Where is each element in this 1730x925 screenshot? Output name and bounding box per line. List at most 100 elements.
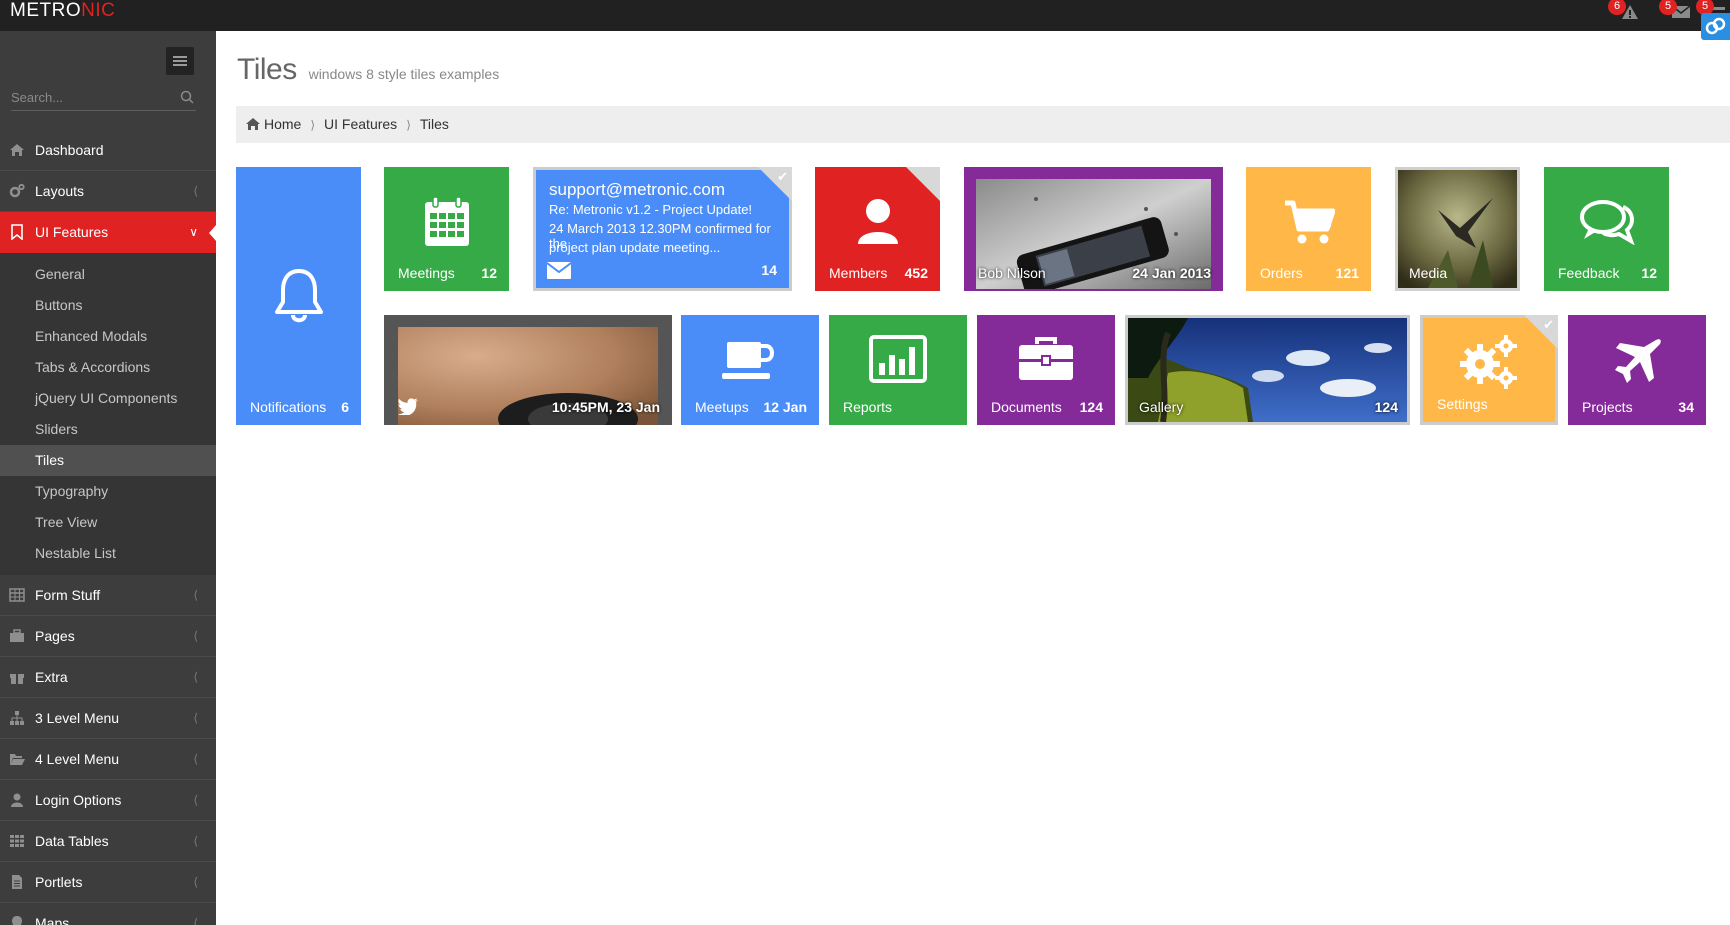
- sidebar-toggle-button[interactable]: [166, 47, 194, 75]
- chevron-left-icon: ⟨: [193, 184, 198, 198]
- bell-icon: [274, 269, 323, 323]
- tile-label: Orders: [1260, 265, 1303, 281]
- tile-reports[interactable]: Reports: [829, 315, 967, 425]
- map-marker-icon: [12, 916, 22, 925]
- submenu-item-jquery-ui[interactable]: jQuery UI Components: [0, 383, 216, 414]
- folder-open-icon: [10, 754, 25, 765]
- tile-count: 124: [1374, 399, 1398, 415]
- top-navbar: METRONIC 6 5 5: [0, 0, 1730, 31]
- tile-media[interactable]: Media: [1395, 167, 1520, 291]
- mail-from: support@metronic.com: [549, 180, 725, 199]
- sidebar-item-extra[interactable]: Extra ⟨: [0, 657, 216, 698]
- coffee-icon: [722, 342, 774, 379]
- th-icon: [10, 835, 24, 847]
- check-icon: ✔: [1543, 317, 1554, 332]
- tile-notifications[interactable]: Notifications 6: [236, 167, 361, 425]
- sitemap-icon: [10, 711, 24, 725]
- tile-count: 121: [1335, 265, 1359, 281]
- inbox-dropdown[interactable]: 5: [1659, 0, 1699, 31]
- sidebar-item-maps[interactable]: Maps ⟨: [0, 903, 216, 925]
- envelope-icon: [547, 262, 571, 279]
- breadcrumb-home-link[interactable]: Home: [264, 116, 301, 132]
- sidebar-item-label: Pages: [35, 628, 75, 644]
- file-text-icon: [12, 875, 22, 889]
- user-icon: [857, 198, 898, 244]
- breadcrumb-ui-features-link[interactable]: UI Features: [324, 116, 397, 132]
- tile-projects[interactable]: Projects 34: [1568, 315, 1706, 425]
- sidebar-item-form-stuff[interactable]: Form Stuff ⟨: [0, 575, 216, 616]
- tile-count: 6: [341, 399, 349, 415]
- tile-date: 24 Jan 2013: [1132, 265, 1211, 281]
- check-icon: ✔: [777, 169, 788, 184]
- tile-orders[interactable]: Orders 121: [1246, 167, 1371, 291]
- chevron-left-icon: ⟨: [193, 752, 198, 766]
- chevron-left-icon: ⟨: [193, 629, 198, 643]
- briefcase-icon: [10, 629, 24, 642]
- tile-label: Projects: [1582, 399, 1633, 415]
- sidebar-item-4-level-menu[interactable]: 4 Level Menu ⟨: [0, 739, 216, 780]
- submenu-item-general[interactable]: General: [0, 259, 216, 290]
- submenu-item-tabs-accordions[interactable]: Tabs & Accordions: [0, 352, 216, 383]
- tile-documents[interactable]: Documents 124: [977, 315, 1115, 425]
- tile-label: Reports: [843, 399, 893, 415]
- tile-date: 12 Jan: [763, 399, 807, 415]
- tile-label: Feedback: [1558, 265, 1620, 281]
- calendar-icon: [424, 195, 469, 246]
- gift-icon: [10, 674, 24, 684]
- search-input[interactable]: [11, 85, 171, 109]
- submenu-item-nestable-list[interactable]: Nestable List: [0, 538, 216, 569]
- tile-mail[interactable]: support@metronic.com Re: Metronic v1.2 -…: [533, 167, 792, 291]
- submenu-item-enhanced-modals[interactable]: Enhanced Modals: [0, 321, 216, 352]
- tile-count: 452: [904, 265, 928, 281]
- sidebar-item-portlets[interactable]: Portlets ⟨: [0, 862, 216, 903]
- submenu-item-buttons[interactable]: Buttons: [0, 290, 216, 321]
- sidebar-item-data-tables[interactable]: Data Tables ⟨: [0, 821, 216, 862]
- notification-dropdown[interactable]: 6: [1608, 0, 1648, 31]
- chevron-left-icon: ⟨: [193, 588, 198, 602]
- tile-date: 10:45PM, 23 Jan: [551, 399, 660, 415]
- sidebar-item-login-options[interactable]: Login Options ⟨: [0, 780, 216, 821]
- tile-meetups[interactable]: Meetups 12 Jan: [681, 315, 819, 425]
- tile-tweet[interactable]: 10:45PM, 23 Jan: [384, 315, 672, 425]
- tile-corner: [906, 167, 940, 201]
- sidebar: Dashboard Layouts ⟨ UI Features ∨ Genera…: [0, 31, 216, 925]
- tile-count: 14: [761, 262, 777, 278]
- sidebar-item-label: Maps: [35, 915, 70, 925]
- user-icon: [11, 793, 23, 807]
- tile-label: Meetings: [398, 265, 455, 281]
- chevron-left-icon: ⟨: [193, 670, 198, 684]
- search-icon[interactable]: [180, 90, 194, 104]
- tile-label: Meetups: [695, 399, 749, 415]
- sidebar-item-dashboard[interactable]: Dashboard: [0, 130, 216, 171]
- submenu-item-typography[interactable]: Typography: [0, 476, 216, 507]
- sidebar-item-label: Data Tables: [35, 833, 109, 849]
- home-icon: [246, 118, 260, 130]
- sidebar-item-layouts[interactable]: Layouts ⟨: [0, 171, 216, 212]
- tile-gallery[interactable]: Gallery 124: [1125, 315, 1410, 425]
- tile-meetings[interactable]: Meetings 12: [384, 167, 509, 291]
- sidebar-item-label: 4 Level Menu: [35, 751, 120, 767]
- sidebar-item-3-level-menu[interactable]: 3 Level Menu ⟨: [0, 698, 216, 739]
- tile-members[interactable]: Members 452: [815, 167, 940, 291]
- sidebar-item-label: Extra: [35, 669, 68, 685]
- breadcrumb-current: Tiles: [419, 116, 449, 132]
- bookmark-icon: [11, 224, 23, 240]
- chevron-right-icon: ⟩: [310, 118, 316, 132]
- cogs-icon: [1460, 334, 1517, 389]
- tile-settings[interactable]: Settings ✔: [1420, 315, 1558, 425]
- submenu-item-sliders[interactable]: Sliders: [0, 414, 216, 445]
- tile-image-phone[interactable]: Bob Nilson 24 Jan 2013: [964, 167, 1223, 291]
- sidebar-search: [11, 85, 196, 111]
- submenu-item-tiles[interactable]: Tiles: [0, 445, 216, 476]
- sidebar-item-label: 3 Level Menu: [35, 710, 120, 726]
- page-subtitle: windows 8 style tiles examples: [308, 66, 500, 82]
- sidebar-item-pages[interactable]: Pages ⟨: [0, 616, 216, 657]
- app-logo[interactable]: METRONIC: [10, 1, 115, 21]
- plane-icon: [1615, 339, 1661, 384]
- home-icon: [10, 144, 24, 156]
- sidebar-item-ui-features[interactable]: UI Features ∨: [0, 212, 216, 253]
- tile-feedback[interactable]: Feedback 12: [1544, 167, 1669, 291]
- briefcase-icon: [1019, 337, 1073, 380]
- submenu-item-tree-view[interactable]: Tree View: [0, 507, 216, 538]
- twitter-icon: [398, 398, 418, 415]
